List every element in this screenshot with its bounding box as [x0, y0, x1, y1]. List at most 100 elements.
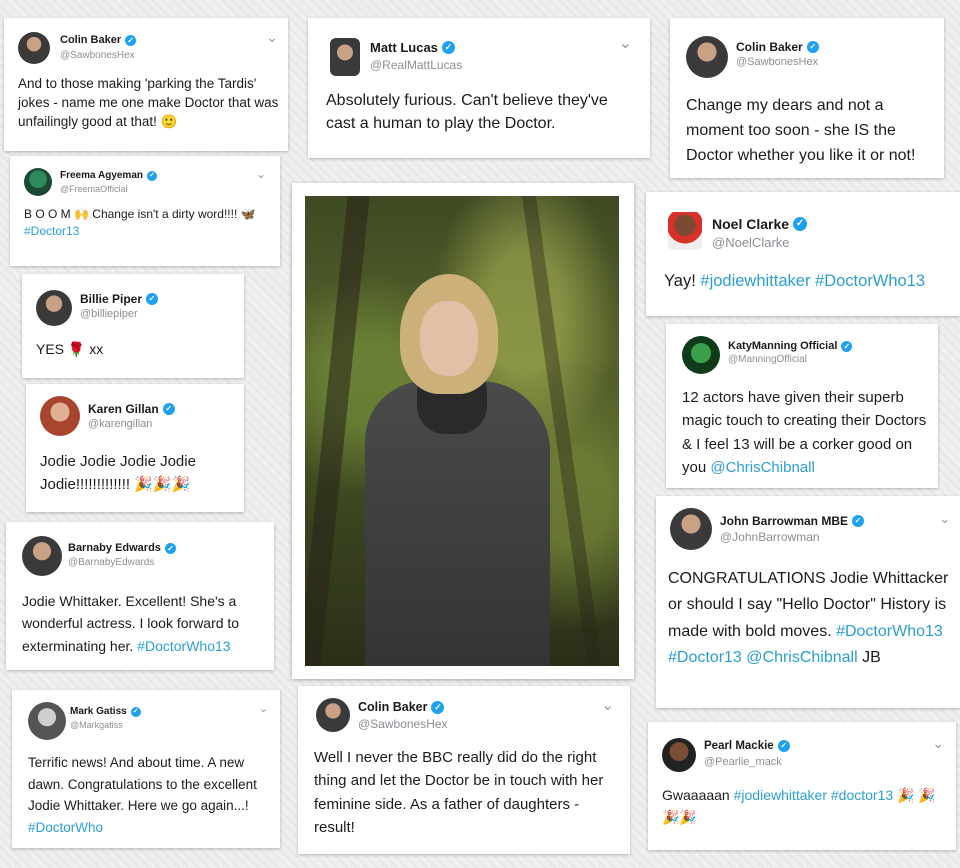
chevron-down-icon[interactable]: ⌄ [932, 736, 944, 750]
tweet-text-body: Terrific news! And about time. A new daw… [28, 755, 257, 814]
avatar[interactable] [28, 702, 66, 740]
author-name: Colin Baker [358, 700, 428, 714]
author-handle[interactable]: @JohnBarrowman [720, 530, 820, 544]
author-name: Noel Clarke [712, 216, 790, 232]
tweet-text: Change my dears and not a moment too soo… [686, 97, 916, 164]
author-handle[interactable]: @BarnabyEdwards [68, 557, 154, 568]
author-name: Matt Lucas [370, 40, 438, 55]
tweet-card[interactable]: Colin Baker ✓ @SawbonesHex Change my dear… [670, 18, 944, 178]
avatar[interactable] [24, 168, 52, 196]
author-handle[interactable]: @SawbonesHex [60, 50, 135, 61]
tweet-text: CONGRATULATIONS Jodie Whittacker or shou… [668, 566, 954, 672]
verified-icon: ✓ [164, 542, 176, 554]
author-name: KatyManning Official [728, 340, 838, 352]
avatar[interactable] [682, 336, 720, 374]
author-handle[interactable]: @FreemaOfficial [60, 184, 128, 194]
tweet-author-name[interactable]: Noel Clarke ✓ [712, 216, 808, 232]
hashtag-link[interactable]: #jodiewhittaker #doctor13 [734, 787, 894, 803]
avatar[interactable] [18, 32, 50, 64]
tweet-author-name[interactable]: Freema Agyeman ✓ [60, 170, 157, 181]
avatar[interactable] [670, 508, 712, 550]
tweet-card[interactable]: Pearl Mackie ✓ @Pearlie_mack ⌄ Gwaaaaan #… [648, 722, 956, 850]
face-shape [420, 301, 478, 376]
avatar[interactable] [330, 38, 360, 76]
tweet-card[interactable]: John Barrowman MBE ✓ @JohnBarrowman ⌄ CON… [656, 496, 960, 708]
author-name: Freema Agyeman [60, 170, 143, 181]
tweet-author-name[interactable]: Colin Baker ✓ [736, 40, 819, 54]
author-handle[interactable]: @SawbonesHex [736, 56, 818, 68]
tweet-author-name[interactable]: Pearl Mackie ✓ [704, 740, 790, 752]
tweet-card[interactable]: Mark Gatiss ✓ @Markgatiss ⌄ Terrific news… [12, 690, 280, 848]
hashtag-link[interactable]: #DoctorWho13 [137, 638, 230, 654]
verified-icon: ✓ [130, 706, 141, 717]
author-handle[interactable]: @Markgatiss [70, 720, 123, 730]
tweet-author-name[interactable]: Colin Baker ✓ [358, 700, 445, 714]
tweet-text-tail: JB [857, 649, 881, 667]
author-handle[interactable]: @karengillan [88, 418, 152, 430]
author-handle[interactable]: @RealMattLucas [370, 58, 462, 72]
avatar[interactable] [316, 698, 350, 732]
avatar[interactable] [22, 536, 62, 576]
author-handle[interactable]: @billiepiper [80, 308, 138, 320]
portrait-photo[interactable] [305, 196, 619, 666]
tweet-card[interactable]: Noel Clarke ✓ @NoelClarke Yay! #jodiewhit… [646, 192, 960, 316]
tweet-author-name[interactable]: Matt Lucas ✓ [370, 40, 455, 55]
verified-icon: ✓ [162, 403, 175, 415]
author-handle[interactable]: @Pearlie_mack [704, 756, 782, 768]
author-name: John Barrowman MBE [720, 514, 849, 528]
tweet-card[interactable]: Colin Baker ✓ @SawbonesHex ⌄ Well I never… [298, 686, 630, 854]
avatar[interactable] [40, 396, 80, 436]
hashtag-link[interactable]: #jodiewhittaker #DoctorWho13 [700, 272, 925, 290]
author-name: Billie Piper [80, 292, 143, 306]
verified-icon: ✓ [431, 700, 445, 714]
chevron-down-icon[interactable]: ⌄ [266, 30, 278, 44]
chevron-down-icon[interactable]: ⌄ [939, 512, 950, 525]
verified-icon: ✓ [806, 41, 819, 53]
author-handle[interactable]: @NoelClarke [712, 235, 790, 250]
tweet-text-body: Yay! [664, 272, 701, 290]
tweet-text-body: B O O M 🙌 Change isn't a dirty word!!!! … [24, 207, 256, 221]
chevron-down-icon[interactable]: ⌄ [619, 36, 632, 52]
verified-icon: ✓ [146, 293, 159, 305]
tweet-author-name[interactable]: KatyManning Official ✓ [728, 340, 853, 352]
avatar[interactable] [668, 212, 702, 250]
tweet-card[interactable]: Karen Gillan ✓ @karengillan Jodie Jodie J… [26, 384, 244, 512]
verified-icon: ✓ [125, 34, 137, 46]
tweet-author-name[interactable]: Colin Baker ✓ [60, 34, 137, 46]
mention-link[interactable]: @ChrisChibnall [710, 459, 814, 476]
tweet-card[interactable]: Billie Piper ✓ @billiepiper YES 🌹 xx [22, 274, 244, 378]
tweet-card[interactable]: Freema Agyeman ✓ @FreemaOfficial ⌄ B O O … [10, 156, 280, 266]
author-handle[interactable]: @ManningOfficial [728, 354, 807, 365]
tweet-text: Absolutely furious. Can't believe they'v… [326, 92, 608, 132]
author-name: Mark Gatiss [70, 706, 127, 717]
chevron-down-icon[interactable]: ⌄ [259, 704, 268, 715]
verified-icon: ✓ [793, 217, 808, 231]
avatar[interactable] [36, 290, 72, 326]
tweet-text: Terrific news! And about time. A new daw… [28, 752, 274, 838]
tweet-text: YES 🌹 xx [36, 341, 104, 357]
tweet-author-name[interactable]: Barnaby Edwards ✓ [68, 542, 176, 554]
hashtag-link[interactable]: #DoctorWho [28, 820, 103, 835]
tweet-author-name[interactable]: Karen Gillan ✓ [88, 402, 175, 416]
tweet-card[interactable]: KatyManning Official ✓ @ManningOfficial 1… [666, 324, 938, 488]
verified-icon: ✓ [841, 340, 853, 352]
tweet-author-name[interactable]: John Barrowman MBE ✓ [720, 514, 865, 528]
verified-icon: ✓ [777, 740, 790, 752]
author-name: Karen Gillan [88, 402, 159, 416]
avatar[interactable] [686, 36, 728, 78]
tree-trunk [305, 196, 370, 666]
tweet-text: 12 actors have given their superb magic … [682, 386, 928, 479]
chevron-down-icon[interactable]: ⌄ [601, 698, 614, 713]
author-name: Colin Baker [60, 34, 122, 46]
avatar[interactable] [662, 738, 696, 772]
author-handle[interactable]: @SawbonesHex [358, 717, 448, 731]
chevron-down-icon[interactable]: ⌄ [256, 168, 266, 180]
tweet-author-name[interactable]: Mark Gatiss ✓ [70, 706, 141, 717]
tweet-text: Gwaaaaan #jodiewhittaker #doctor13 🎉 🎉🎉🎉 [662, 784, 944, 829]
tweet-text: Jodie Jodie Jodie Jodie Jodie!!!!!!!!!!!… [40, 453, 196, 494]
tweet-card[interactable]: Colin Baker ✓ @SawbonesHex ⌄ And to those… [4, 18, 288, 151]
hashtag-link[interactable]: #Doctor13 [24, 224, 79, 238]
tweet-card[interactable]: Barnaby Edwards ✓ @BarnabyEdwards Jodie W… [6, 522, 274, 670]
tweet-card[interactable]: Matt Lucas ✓ @RealMattLucas ⌄ Absolutely … [308, 18, 650, 158]
tweet-author-name[interactable]: Billie Piper ✓ [80, 292, 159, 306]
